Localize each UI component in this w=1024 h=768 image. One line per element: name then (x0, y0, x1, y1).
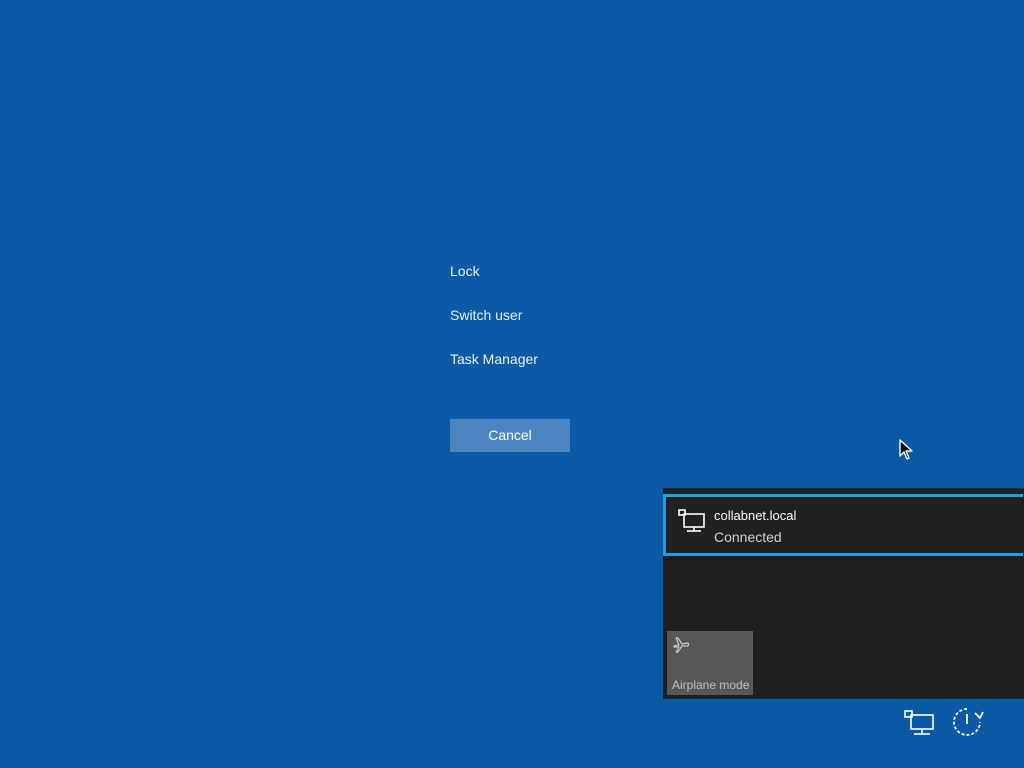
task-manager-option[interactable]: Task Manager (450, 348, 538, 370)
airplane-icon (672, 636, 690, 654)
airplane-mode-label: Airplane mode (672, 678, 750, 692)
network-connection-item[interactable]: collabnet.local Connected (663, 494, 1023, 556)
network-name: collabnet.local (714, 508, 797, 523)
airplane-mode-tile[interactable]: Airplane mode (667, 631, 753, 695)
cancel-button[interactable]: Cancel (450, 419, 570, 452)
switch-user-option[interactable]: Switch user (450, 304, 522, 326)
network-icon[interactable] (902, 707, 936, 737)
mouse-cursor-icon (899, 439, 913, 461)
lock-option[interactable]: Lock (450, 260, 480, 282)
network-icon (678, 509, 706, 533)
network-status: Connected (714, 529, 782, 545)
power-icon[interactable] (949, 705, 985, 741)
network-flyout: collabnet.local Connected Airplane mode (663, 488, 1024, 699)
